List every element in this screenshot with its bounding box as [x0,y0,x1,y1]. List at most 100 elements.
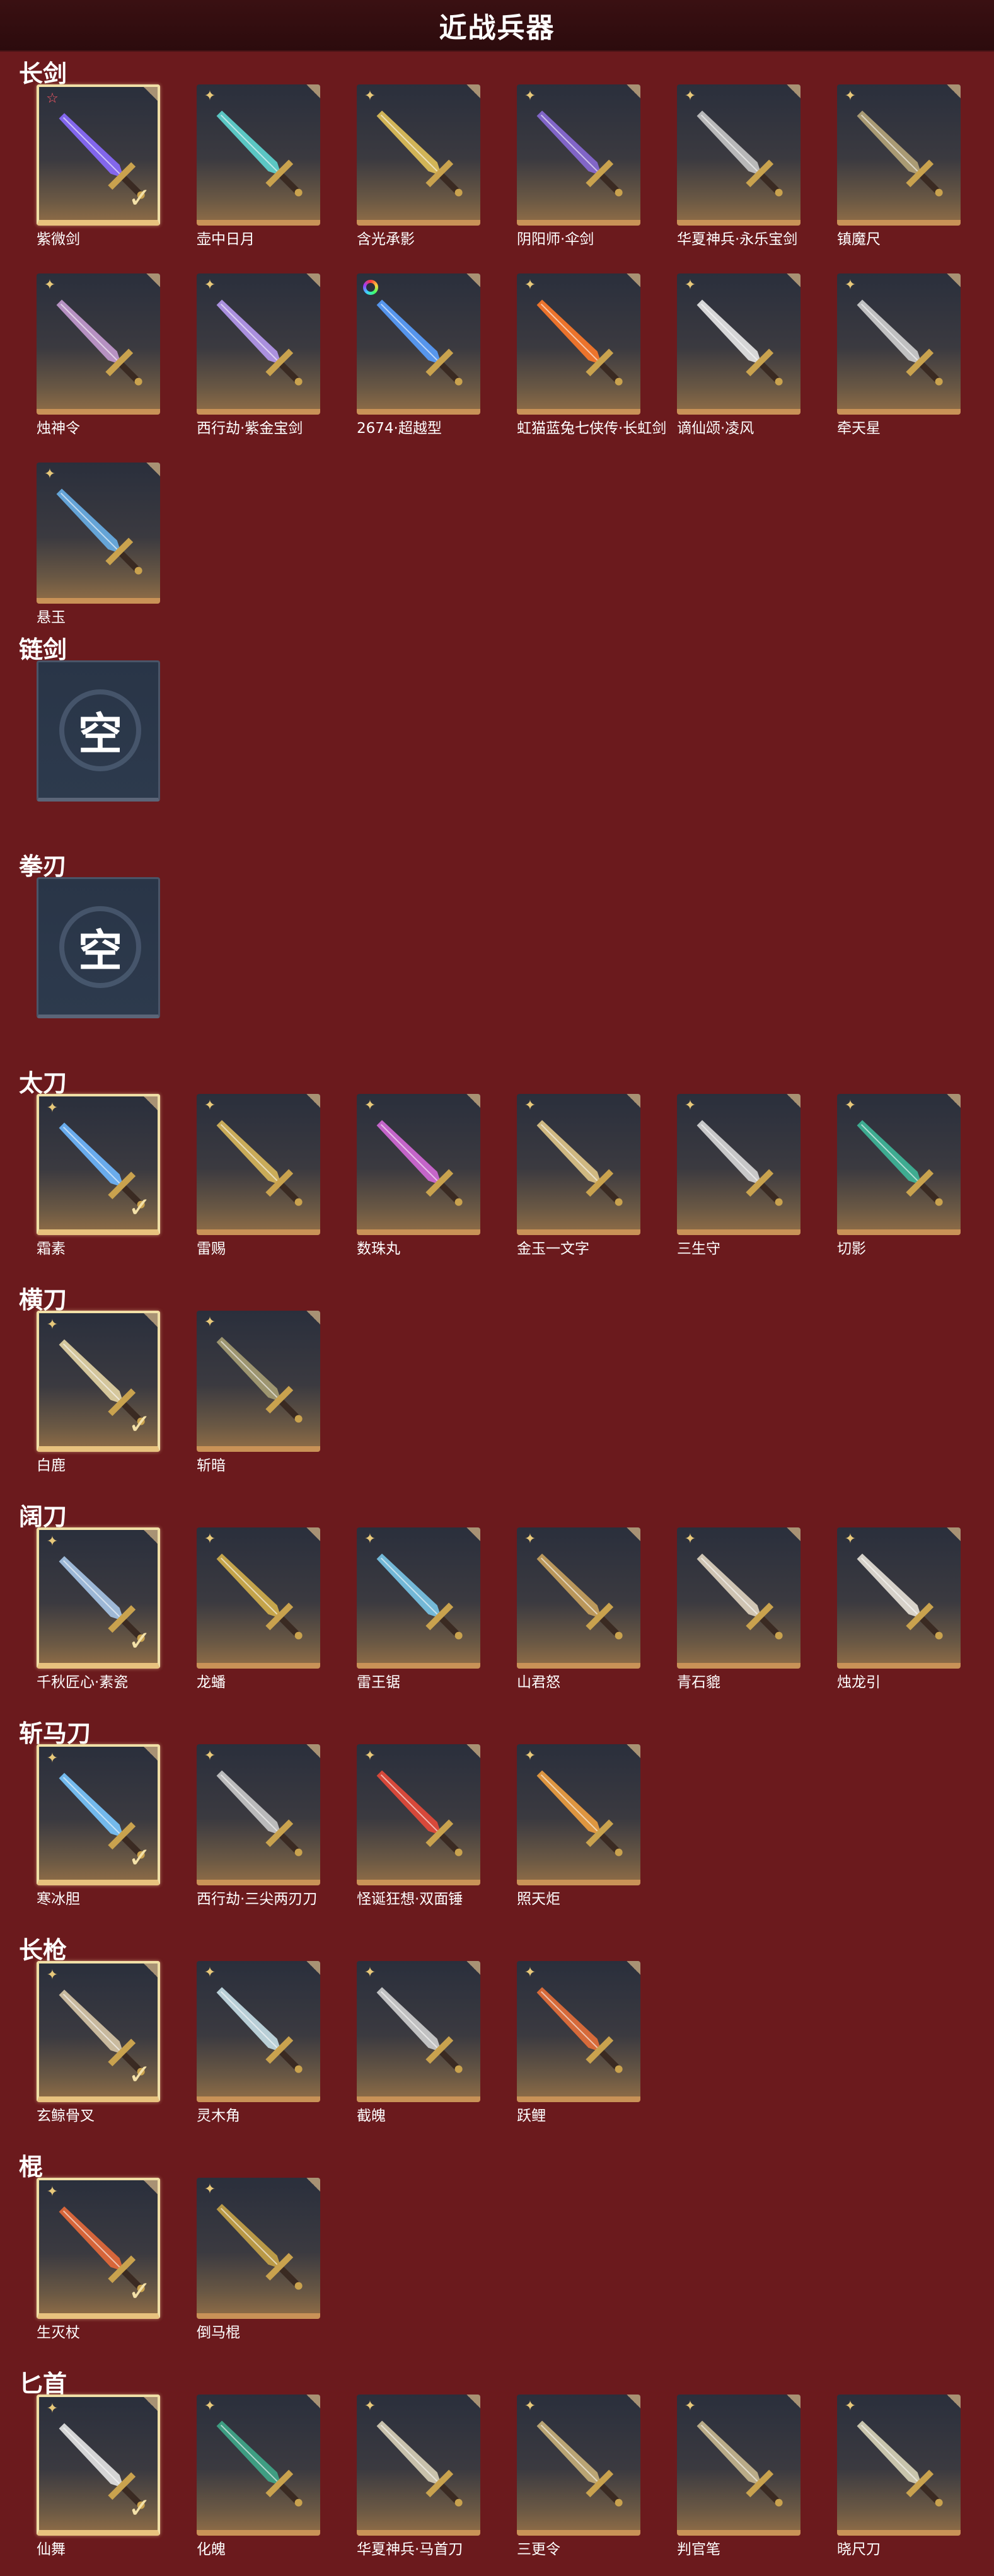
weapon-card[interactable]: 空 [37,660,160,802]
weapon-item[interactable]: ✦ 数珠丸 [357,1094,480,1257]
weapon-card[interactable]: ✦ [357,1744,480,1885]
weapon-item[interactable]: ✦ 烛龙引 [837,1527,961,1691]
weapon-card[interactable]: ✦ [357,1961,480,2102]
weapon-item[interactable]: ✦ 牵天星 [837,273,961,437]
weapon-card[interactable]: ✦ ✓ [37,1961,160,2102]
weapon-item[interactable]: ✦ 判官笔 [677,2395,800,2558]
weapon-item[interactable]: ✦ ✓ 白鹿 [37,1311,160,1474]
weapon-item[interactable]: ✦ 晓尺刀 [837,2395,961,2558]
weapon-item[interactable]: ☆ ✓ 紫微剑 [37,84,160,248]
weapon-item[interactable]: ✦ 壶中日月 [197,84,320,248]
weapon-item[interactable]: ✦ 怪诞狂想·双面锤 [357,1744,480,1907]
weapon-card[interactable]: ✦ [197,1094,320,1235]
weapon-card[interactable]: 空 [37,877,160,1018]
weapon-image [857,2420,943,2507]
corner-fold-icon [627,2395,640,2408]
weapon-item[interactable]: ✦ 三更令 [517,2395,640,2558]
weapon-card[interactable]: ✦ [837,2395,961,2536]
weapon-card[interactable]: ✦ [517,273,640,415]
weapon-card[interactable]: ✦ [837,273,961,415]
weapon-card[interactable]: ✦ [517,1527,640,1669]
weapon-card[interactable]: ✦ [517,1961,640,2102]
weapon-card[interactable]: ✦ [357,1527,480,1669]
weapon-card[interactable]: ✦ ✓ [37,1311,160,1452]
weapon-card[interactable]: ✦ [837,84,961,226]
weapon-card[interactable]: ✦ [357,2395,480,2536]
corner-fold-icon [306,1961,320,1975]
weapon-card[interactable]: ✦ [837,1094,961,1235]
weapon-card[interactable]: ✦ [197,1961,320,2102]
weapon-item[interactable]: ✦ ✓ 千秋匠心·素瓷 [37,1527,160,1691]
weapon-card[interactable]: ✦ ✓ [37,2178,160,2319]
weapon-card[interactable]: ✦ [837,1527,961,1669]
weapon-card[interactable]: ✦ [677,1094,800,1235]
weapon-item[interactable]: ✦ 跃鲤 [517,1961,640,2124]
weapon-item[interactable]: ✦ 烛神令 [37,273,160,437]
weapon-item[interactable]: ✦ ✓ 霜素 [37,1094,160,1257]
star-icon: ☆ [46,91,59,106]
weapon-item[interactable]: ✦ ✓ 寒冰胆 [37,1744,160,1907]
weapon-item[interactable]: ✦ 灵木角 [197,1961,320,2124]
corner-fold-icon [306,2178,320,2192]
weapon-card[interactable]: ✦ [677,2395,800,2536]
weapon-item[interactable]: ✦ 金玉一文字 [517,1094,640,1257]
weapon-card[interactable]: ✦ [37,273,160,415]
weapon-item[interactable]: ✦ ✓ 玄鲸骨叉 [37,1961,160,2124]
weapon-card[interactable]: ✦ [677,84,800,226]
weapon-item[interactable]: ✦ 西行劫·三尖两刃刀 [197,1744,320,1907]
weapon-name: 晓尺刀 [837,2541,881,2558]
flower-icon: ✦ [844,1531,857,1547]
weapon-card[interactable]: ✦ [197,1744,320,1885]
weapon-card[interactable]: ✦ [677,273,800,415]
weapon-card[interactable]: ✦ [197,1527,320,1669]
weapon-card[interactable]: ✦ [197,273,320,415]
weapon-card[interactable]: ✦ [357,1094,480,1235]
weapon-card[interactable]: ✦ ✓ [37,1744,160,1885]
weapon-card[interactable]: ✦ [197,2178,320,2319]
weapon-card[interactable]: ✦ [197,1311,320,1452]
weapon-item[interactable]: ✦ 西行劫·紫金宝剑 [197,273,320,437]
weapon-item[interactable]: ✦ 化魄 [197,2395,320,2558]
weapon-item[interactable]: ✦ 镇魔尺 [837,84,961,248]
weapon-item[interactable]: ✦ 虹猫蓝兔七侠传·长虹剑 [517,273,666,437]
weapon-card[interactable]: ✦ [357,84,480,226]
weapon-item[interactable]: ✦ 雷王锯 [357,1527,480,1691]
weapon-card[interactable]: ✦ [197,2395,320,2536]
weapon-card[interactable]: ✦ [197,84,320,226]
weapon-item[interactable]: 2674·超越型 [357,273,480,437]
weapon-item[interactable]: ✦ 截魄 [357,1961,480,2124]
weapon-item[interactable]: ✦ ✓ 生灭杖 [37,2178,160,2341]
flower-icon: ✦ [46,2184,59,2200]
weapon-card[interactable]: ✦ ✓ [37,1094,160,1235]
weapon-item[interactable]: ✦ ✓ 仙舞 [37,2395,160,2558]
weapon-item[interactable]: ✦ 照天炬 [517,1744,640,1907]
weapon-card[interactable]: ☆ ✓ [37,84,160,226]
weapon-card[interactable]: ✦ [677,1527,800,1669]
weapon-item[interactable]: ✦ 龙蟠 [197,1527,320,1691]
weapon-card[interactable]: ✦ [37,463,160,604]
weapon-item[interactable]: ✦ 倒马棍 [197,2178,320,2341]
weapon-item[interactable]: ✦ 华夏神兵·马首刀 [357,2395,480,2558]
weapon-card[interactable] [357,273,480,415]
weapon-card[interactable]: ✦ ✓ [37,1527,160,1669]
weapon-card[interactable]: ✦ ✓ [37,2395,160,2536]
empty-weapon-slot[interactable]: 空 [37,877,160,1035]
weapon-card[interactable]: ✦ [517,1744,640,1885]
weapon-item[interactable]: ✦ 三生守 [677,1094,800,1257]
weapon-item[interactable]: ✦ 谪仙颂·凌风 [677,273,800,437]
corner-fold-icon [306,1744,320,1758]
weapon-item[interactable]: ✦ 山君怒 [517,1527,640,1691]
weapon-item[interactable]: ✦ 雷赐 [197,1094,320,1257]
weapon-item[interactable]: ✦ 阴阳师·伞剑 [517,84,640,248]
section-title: 太刀 [19,1069,67,1097]
weapon-item[interactable]: ✦ 华夏神兵·永乐宝剑 [677,84,800,248]
weapon-card[interactable]: ✦ [517,1094,640,1235]
weapon-card[interactable]: ✦ [517,84,640,226]
weapon-item[interactable]: ✦ 斩暗 [197,1311,320,1474]
weapon-item[interactable]: ✦ 切影 [837,1094,961,1257]
empty-weapon-slot[interactable]: 空 [37,660,160,818]
weapon-item[interactable]: ✦ 悬玉 [37,463,160,626]
weapon-item[interactable]: ✦ 青石貔 [677,1527,800,1691]
weapon-item[interactable]: ✦ 含光承影 [357,84,480,248]
weapon-card[interactable]: ✦ [517,2395,640,2536]
